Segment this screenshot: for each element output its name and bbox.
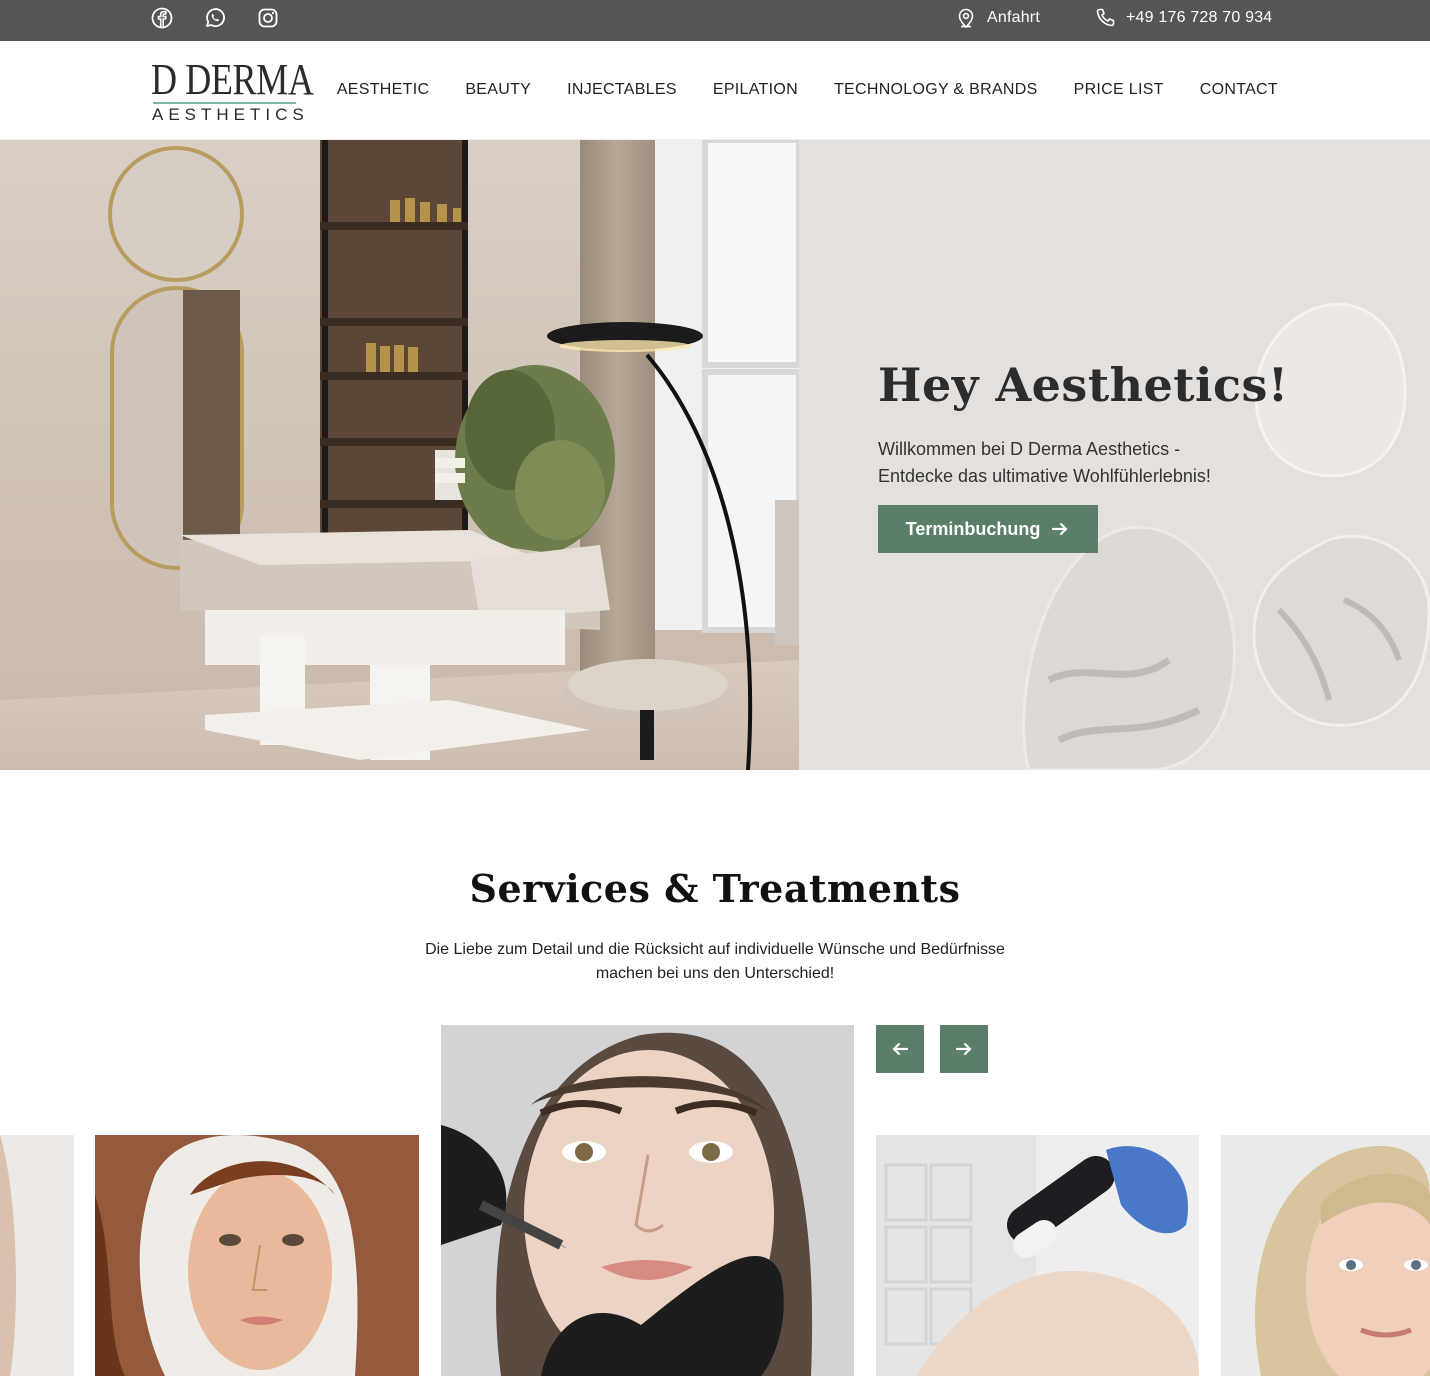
directions-label: Anfahrt [987, 9, 1040, 26]
service-card-partial-left[interactable] [0, 1135, 74, 1376]
carousel-next-button[interactable] [940, 1025, 988, 1073]
nav-item-beauty[interactable]: BEAUTY [465, 81, 531, 99]
hero-content: Hey Aesthetics! Willkommen bei D Derma A… [799, 140, 1430, 770]
directions-link[interactable]: Anfahrt [955, 7, 1040, 29]
main-nav: AESTHETIC BEAUTY INJECTABLES EPILATION T… [337, 81, 1278, 99]
service-image-mature-woman [1221, 1135, 1430, 1376]
logo[interactable]: D DERMA AESTHETICS [151, 58, 314, 124]
phone-link[interactable]: +49 176 728 70 934 [1094, 7, 1272, 29]
carousel-prev-button[interactable] [876, 1025, 924, 1073]
hero-title: Hey Aesthetics! [878, 358, 1289, 412]
phone-number: +49 176 728 70 934 [1126, 9, 1273, 26]
service-card-beauty[interactable] [95, 1135, 419, 1376]
hero-text: Willkommen bei D Derma Aesthetics - Entd… [878, 439, 1211, 486]
phone-icon [1096, 8, 1115, 27]
booking-button[interactable]: Terminbuchung [878, 505, 1098, 553]
arrow-right-icon [1052, 522, 1068, 536]
services-subtitle: Die Liebe zum Detail und die Rücksicht a… [405, 938, 1025, 986]
arrow-right-icon [955, 1042, 972, 1056]
logo-divider [153, 102, 296, 104]
service-card-partial-right[interactable] [1221, 1135, 1430, 1376]
services-title: Services & Treatments [469, 866, 961, 911]
logo-line2: AESTHETICS [152, 105, 309, 124]
booking-button-label: Terminbuchung [905, 518, 1041, 539]
nav-item-contact[interactable]: CONTACT [1200, 81, 1278, 99]
facebook-icon[interactable] [151, 7, 173, 29]
site-header: D DERMA AESTHETICS AESTHETIC BEAUTY INJE… [0, 41, 1430, 140]
nav-item-aesthetic[interactable]: AESTHETIC [337, 81, 430, 99]
map-pin-icon [958, 8, 974, 29]
service-image-laser-epilation [876, 1135, 1199, 1376]
nav-item-epilation[interactable]: EPILATION [713, 81, 798, 99]
nav-item-technology-brands[interactable]: TECHNOLOGY & BRANDS [834, 81, 1038, 99]
whatsapp-icon[interactable] [204, 7, 226, 29]
nav-item-injectables[interactable]: INJECTABLES [567, 81, 677, 99]
logo-line1: D DERMA [151, 55, 314, 104]
service-card-epilation[interactable] [876, 1135, 1199, 1376]
service-image-injection-treatment [441, 1025, 854, 1376]
hero-image [0, 140, 799, 770]
nav-item-price-list[interactable]: PRICE LIST [1074, 81, 1164, 99]
instagram-icon[interactable] [257, 7, 279, 29]
service-card-injectables[interactable] [441, 1025, 854, 1376]
services-subtitle-line1: Die Liebe zum Detail und die Rücksicht a… [425, 941, 1005, 958]
arrow-left-icon [892, 1042, 909, 1056]
hero-section: Hey Aesthetics! Willkommen bei D Derma A… [0, 140, 1430, 770]
top-bar: Anfahrt +49 176 728 70 934 [0, 0, 1430, 41]
services-subtitle-line2: machen bei uns den Unterschied! [595, 965, 835, 982]
service-image-curly-hair-woman [95, 1135, 419, 1376]
